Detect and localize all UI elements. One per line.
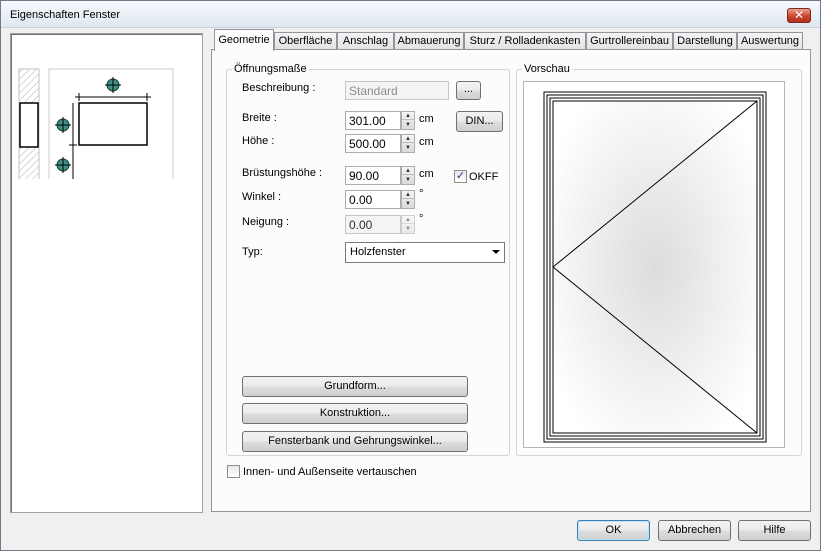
tab-gurtrollereinbau[interactable]: Gurtrollereinbau xyxy=(586,32,673,50)
swap-sides-label: Innen- und Außenseite vertauschen xyxy=(243,466,417,478)
title-bar: Eigenschaften Fenster ✕ xyxy=(1,1,820,28)
opening-group-label: Öffnungsmaße xyxy=(232,63,309,75)
left-preview-panel xyxy=(10,33,203,513)
width-label: Breite : xyxy=(242,112,277,124)
preview-group-label: Vorschau xyxy=(522,63,572,75)
window-placement-diagram xyxy=(18,68,174,179)
tilt-unit: ° xyxy=(419,213,424,225)
close-button[interactable]: ✕ xyxy=(787,8,811,23)
type-select[interactable]: Holzfenster xyxy=(345,242,505,263)
width-field[interactable]: 301.00 xyxy=(345,111,401,130)
preview-canvas xyxy=(523,81,785,448)
description-browse-button[interactable]: ... xyxy=(456,81,481,100)
type-select-value: Holzfenster xyxy=(350,246,406,258)
tab-oberflaeche[interactable]: Oberfläche xyxy=(274,32,337,50)
spin-up-icon[interactable]: ▲ xyxy=(402,167,414,175)
description-label: Beschreibung : xyxy=(242,82,316,94)
spin-down-icon[interactable]: ▼ xyxy=(402,176,414,184)
din-button[interactable]: DIN... xyxy=(456,111,503,132)
spin-up-icon[interactable]: ▲ xyxy=(402,191,414,199)
spin-down-icon[interactable]: ▼ xyxy=(402,225,414,233)
sill-height-unit: cm xyxy=(419,168,434,180)
cancel-button[interactable]: Abbrechen xyxy=(658,520,731,541)
tilt-label: Neigung : xyxy=(242,216,290,228)
fensterbank-button[interactable]: Fensterbank und Gehrungswinkel... xyxy=(242,431,468,452)
ok-button[interactable]: OK xyxy=(577,520,650,541)
tab-sturz-rolladenkasten[interactable]: Sturz / Rolladenkasten xyxy=(464,32,586,50)
tilt-field[interactable]: 0.00 xyxy=(345,215,401,234)
help-button[interactable]: Hilfe xyxy=(738,520,811,541)
angle-unit: ° xyxy=(419,188,424,200)
tilt-spinner[interactable]: ▲ ▼ xyxy=(401,215,415,234)
dialog-window: Eigenschaften Fenster ✕ Geometrie Oberfl… xyxy=(0,0,821,551)
spin-up-icon[interactable]: ▲ xyxy=(402,135,414,143)
width-unit: cm xyxy=(419,113,434,125)
spin-up-icon[interactable]: ▲ xyxy=(402,216,414,224)
spin-down-icon[interactable]: ▼ xyxy=(402,121,414,129)
okff-checkbox[interactable]: ✓ xyxy=(454,170,467,183)
grundform-button[interactable]: Grundform... xyxy=(242,376,468,397)
height-unit: cm xyxy=(419,136,434,148)
tab-geometrie[interactable]: Geometrie xyxy=(214,29,274,51)
height-spinner[interactable]: ▲ ▼ xyxy=(401,134,415,153)
dialog-footer: OK Abbrechen Hilfe xyxy=(1,516,820,550)
angle-field[interactable]: 0.00 xyxy=(345,190,401,209)
spin-down-icon[interactable]: ▼ xyxy=(402,200,414,208)
okff-label: OKFF xyxy=(469,171,499,183)
height-field[interactable]: 500.00 xyxy=(345,134,401,153)
window-elevation-drawing xyxy=(543,91,767,443)
height-label: Höhe : xyxy=(242,135,275,147)
konstruktion-button[interactable]: Konstruktion... xyxy=(242,403,468,424)
angle-label: Winkel : xyxy=(242,191,282,203)
width-spinner[interactable]: ▲ ▼ xyxy=(401,111,415,130)
angle-spinner[interactable]: ▲ ▼ xyxy=(401,190,415,209)
spin-up-icon[interactable]: ▲ xyxy=(402,112,414,120)
sill-height-label: Brüstungshöhe : xyxy=(242,167,323,179)
tab-auswertung[interactable]: Auswertung xyxy=(737,32,803,50)
tab-anschlag[interactable]: Anschlag xyxy=(337,32,394,50)
description-field[interactable]: Standard xyxy=(345,81,449,100)
tab-darstellung[interactable]: Darstellung xyxy=(673,32,737,50)
sill-height-spinner[interactable]: ▲ ▼ xyxy=(401,166,415,185)
type-label: Typ: xyxy=(242,246,263,258)
tab-abmauerung[interactable]: Abmauerung xyxy=(394,32,464,50)
swap-sides-checkbox[interactable] xyxy=(227,465,240,478)
chevron-down-icon[interactable] xyxy=(492,250,500,254)
window-title: Eigenschaften Fenster xyxy=(10,9,121,21)
sill-height-field[interactable]: 90.00 xyxy=(345,166,401,185)
spin-down-icon[interactable]: ▼ xyxy=(402,144,414,152)
